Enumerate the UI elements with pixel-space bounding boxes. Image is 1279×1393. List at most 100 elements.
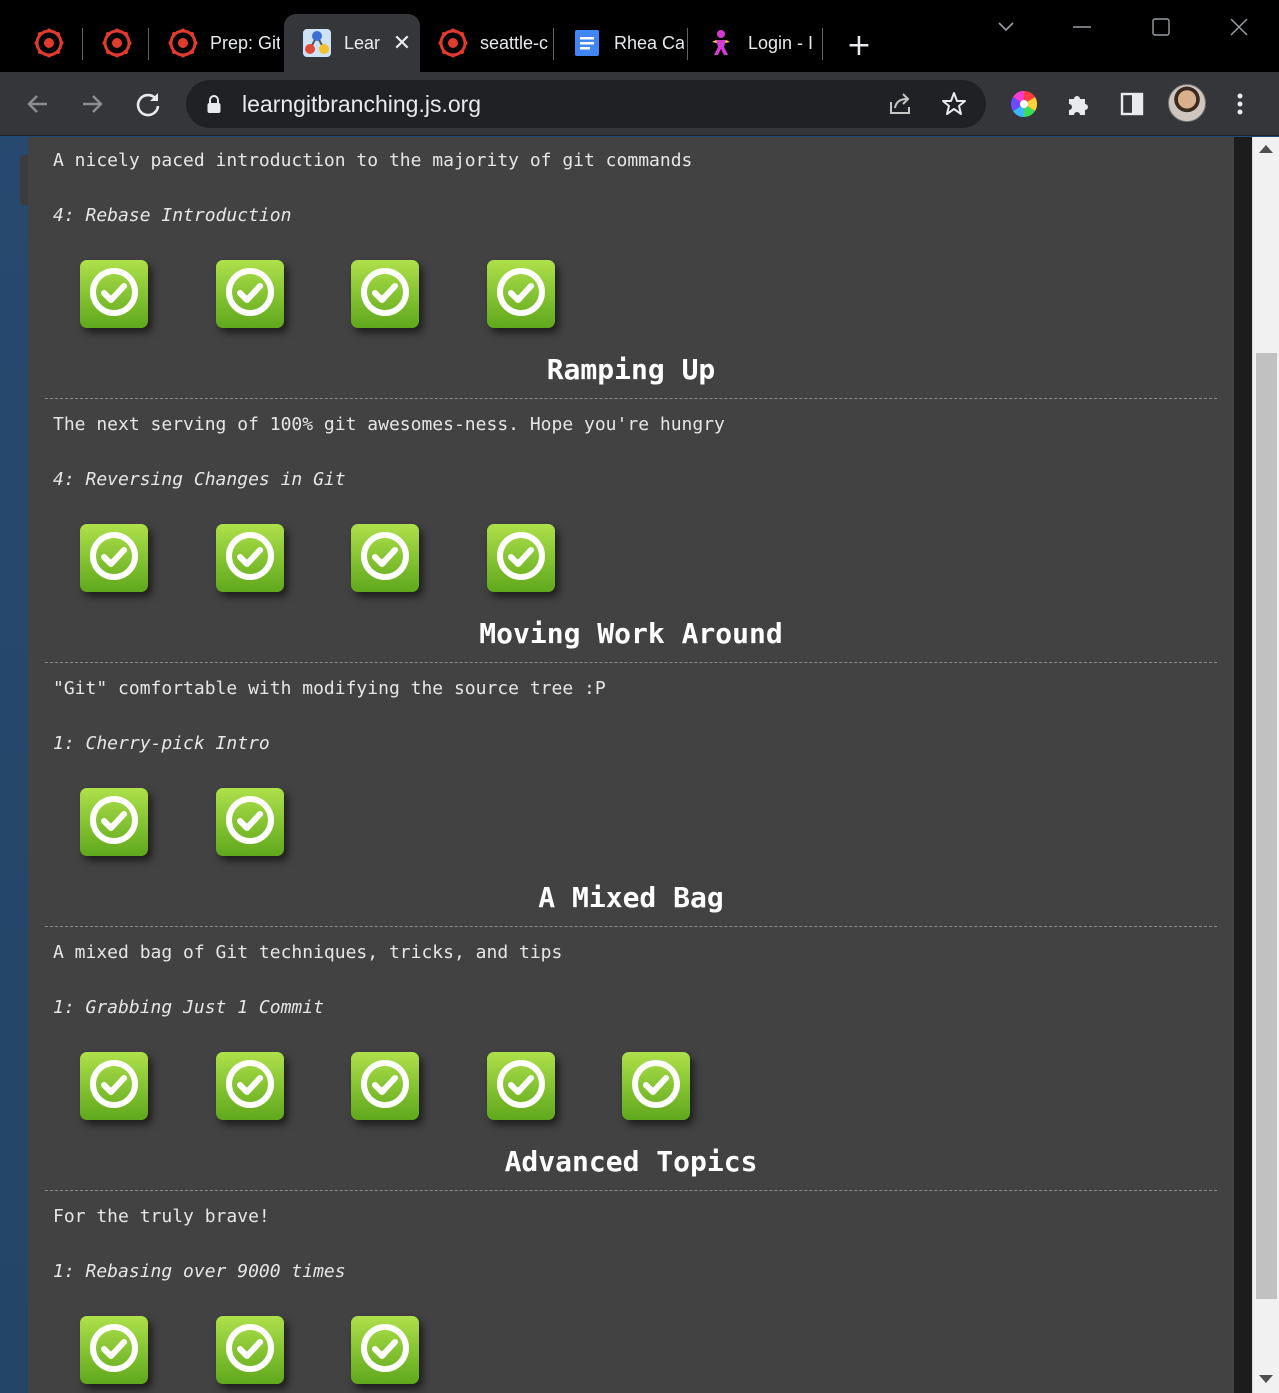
section-heading: Advanced Topics (504, 1145, 758, 1178)
checkmark-icon (495, 530, 547, 586)
background-terminal-edge (20, 155, 28, 205)
section-divider (45, 926, 1217, 927)
checkmark-icon (224, 530, 276, 586)
page-viewport: A nicely paced introduction to the major… (0, 137, 1279, 1393)
scroll-down-arrow-icon[interactable] (1259, 1375, 1273, 1383)
checkmark-icon (88, 794, 140, 850)
level-complete-button[interactable] (80, 788, 148, 856)
page-background-right (1234, 137, 1252, 1393)
section-description: A mixed bag of Git techniques, tricks, a… (53, 942, 563, 963)
level-complete-button[interactable] (216, 260, 284, 328)
checkmark-icon (88, 266, 140, 322)
section-subtitle: 4: Rebase Introduction (53, 205, 292, 226)
close-icon[interactable]: ✕ (390, 30, 414, 55)
scroll-up-arrow-icon[interactable] (1259, 145, 1273, 153)
address-bar[interactable]: learngitbranching.js.org (186, 80, 986, 128)
forward-button[interactable] (74, 86, 110, 122)
checkmark-icon (630, 1058, 682, 1114)
extensions-puzzle-icon[interactable] (1060, 86, 1096, 122)
section-description: "Git" comfortable with modifying the sou… (53, 678, 606, 699)
tab-3[interactable]: Prep: Git (150, 14, 280, 72)
level-complete-button[interactable] (216, 1316, 284, 1384)
url-text: learngitbranching.js.org (242, 91, 482, 117)
checkmark-icon (359, 266, 411, 322)
maximize-icon[interactable] (1141, 10, 1181, 44)
kebab-menu-icon[interactable] (1222, 86, 1258, 122)
reload-button[interactable] (130, 86, 166, 122)
level-complete-button[interactable] (80, 1052, 148, 1120)
lock-icon[interactable] (206, 94, 222, 118)
canvas-icon (168, 28, 198, 58)
checkmark-icon (359, 1058, 411, 1114)
checkmark-icon (88, 1058, 140, 1114)
level-complete-button[interactable] (80, 1316, 148, 1384)
new-tab-button[interactable]: + (842, 28, 876, 63)
level-complete-button[interactable] (487, 260, 555, 328)
checkmark-icon (224, 1058, 276, 1114)
canvas-icon (34, 28, 64, 58)
level-complete-button[interactable] (80, 260, 148, 328)
tab-6[interactable]: Rhea Ca (554, 14, 686, 72)
minimize-icon[interactable] (1062, 10, 1102, 44)
section-divider (45, 662, 1217, 663)
level-complete-button[interactable] (351, 1316, 419, 1384)
checkmark-icon (224, 1322, 276, 1378)
profile-avatar[interactable] (1168, 84, 1206, 122)
level-complete-button[interactable] (351, 260, 419, 328)
google-docs-icon (572, 28, 602, 58)
side-panel-icon[interactable] (1114, 86, 1150, 122)
checkmark-icon (495, 1058, 547, 1114)
checkmark-icon (495, 266, 547, 322)
learngitbranching-icon (302, 28, 332, 58)
browser-toolbar: learngitbranching.js.org (0, 72, 1279, 136)
checkmark-icon (224, 266, 276, 322)
level-complete-button[interactable] (351, 1052, 419, 1120)
color-extension-icon[interactable] (1006, 86, 1042, 122)
level-complete-button[interactable] (216, 1052, 284, 1120)
canvas-icon (438, 28, 468, 58)
tab-strip: Prep: Git Lear ✕ seattle-c Rhea Ca Login… (0, 0, 1279, 72)
tab-7[interactable]: Login - I (688, 14, 820, 72)
level-complete-button[interactable] (216, 788, 284, 856)
tab-title: Rhea Ca (614, 32, 684, 53)
level-select-panel: A nicely paced introduction to the major… (28, 137, 1234, 1393)
section-description: The next serving of 100% git awesomes-ne… (53, 414, 725, 435)
tab-2[interactable] (84, 14, 148, 72)
tab-title: Login - I (748, 32, 814, 53)
section-subtitle: 1: Grabbing Just 1 Commit (53, 997, 324, 1018)
section-heading: Moving Work Around (479, 617, 783, 650)
level-complete-button[interactable] (80, 524, 148, 592)
tab-title: Lear (344, 32, 380, 53)
tab-separator (148, 28, 149, 60)
section-heading: A Mixed Bag (538, 881, 724, 914)
level-complete-button[interactable] (216, 524, 284, 592)
window-close-icon[interactable] (1219, 10, 1259, 44)
tab-title: seattle-c (480, 32, 549, 53)
tab-separator (822, 28, 823, 60)
tab-1[interactable] (16, 14, 82, 72)
scrollbar-thumb[interactable] (1256, 353, 1277, 1299)
tab-search-icon[interactable] (986, 10, 1026, 44)
section-divider (45, 1190, 1217, 1191)
vertical-scrollbar[interactable] (1252, 137, 1279, 1393)
level-complete-button[interactable] (622, 1052, 690, 1120)
tab-separator (82, 28, 83, 60)
level-complete-button[interactable] (487, 524, 555, 592)
section-divider (45, 398, 1217, 399)
bookmark-star-icon[interactable] (940, 90, 968, 122)
section-subtitle: 4: Reversing Changes in Git (53, 469, 346, 490)
section-heading: Ramping Up (546, 353, 716, 386)
checkmark-icon (359, 1322, 411, 1378)
section-subtitle: 1: Rebasing over 9000 times (53, 1261, 346, 1282)
canvas-icon (102, 28, 132, 58)
section-description: For the truly brave! (53, 1206, 270, 1227)
level-complete-button[interactable] (351, 524, 419, 592)
section-description: A nicely paced introduction to the major… (53, 150, 693, 171)
back-button[interactable] (20, 86, 56, 122)
share-icon[interactable] (886, 90, 914, 122)
level-complete-button[interactable] (487, 1052, 555, 1120)
tab-5[interactable]: seattle-c (420, 14, 552, 72)
checkmark-icon (224, 794, 276, 850)
tab-4-active[interactable]: Lear ✕ (284, 14, 420, 72)
tab-title: Prep: Git (210, 32, 280, 53)
